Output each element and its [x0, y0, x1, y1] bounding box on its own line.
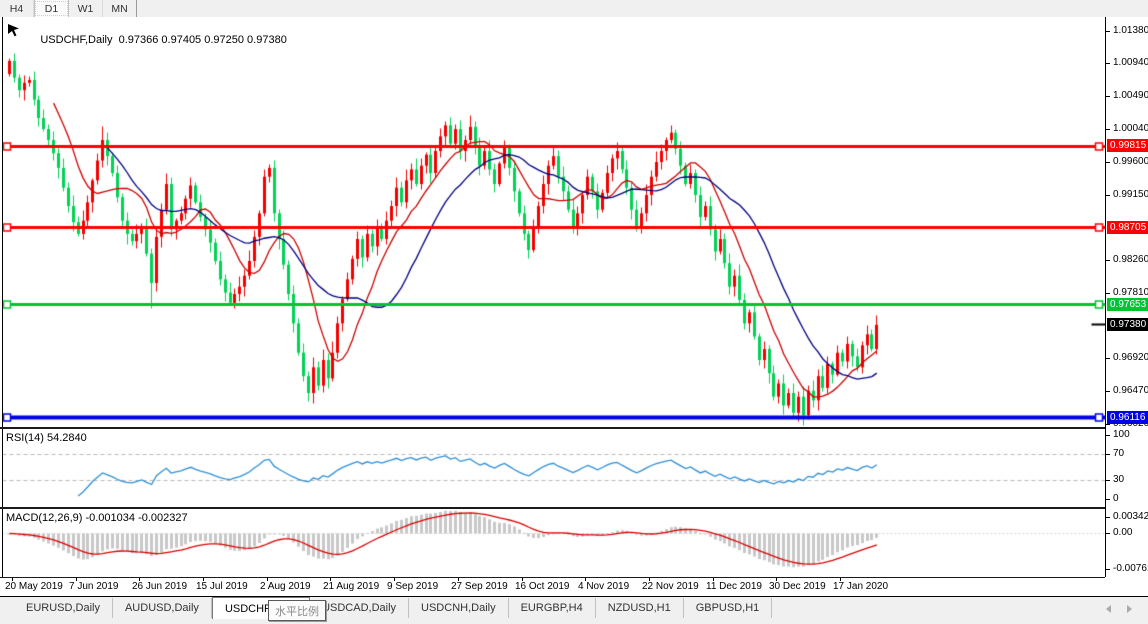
price-level-badge: 0.96116 [1107, 410, 1148, 424]
price-tick [1106, 194, 1110, 196]
tooltip-horizontal-scale: 水平比例 [268, 600, 326, 621]
date-label: 15 Jul 2019 [196, 581, 248, 592]
tab-scroll-right-icon[interactable] [1127, 605, 1132, 613]
price-tick [1106, 259, 1110, 261]
rsi-tick-label: 30 [1113, 473, 1125, 485]
macd-tick-label: -0.007615 [1113, 562, 1148, 574]
date-label: 16 Oct 2019 [515, 581, 570, 592]
chart-tab-bar: EURUSD,Daily AUDUSD,Daily USDCHF,Daily USDC… [0, 596, 1148, 624]
chart-window: USDCHF,Daily 0.97366 0.97405 0.97250 0.9… [0, 17, 1148, 596]
macd-tick-label: 0.00 [1113, 527, 1133, 538]
price-axis: 1.01380 1.00940 1.00490 1.00040 0.99600 0.991… [1105, 17, 1148, 577]
current-price-badge: 0.97380 [1107, 317, 1148, 331]
main-price-chart[interactable] [2, 18, 1105, 427]
price-level-badge: 0.97653 [1107, 297, 1148, 311]
macd-tick [1106, 533, 1110, 534]
price-tick-label: 1.00940 [1113, 57, 1148, 69]
price-tick-label: 0.96470 [1113, 385, 1148, 397]
rsi-tick [1106, 479, 1110, 481]
price-tick [1106, 292, 1110, 294]
date-label: 4 Nov 2019 [578, 581, 630, 592]
date-axis: 20 May 2019 7 Jun 2019 26 Jun 2019 15 Jul 2… [0, 578, 1105, 596]
chart-symbol-label: USDCHF,Daily [40, 34, 113, 46]
chart-tab-usdcnh[interactable]: USDCNH,Daily [409, 598, 509, 618]
price-tick-label: 1.00040 [1113, 123, 1148, 135]
macd-label: MACD(12,26,9) -0.001034 -0.002327 [6, 512, 188, 524]
price-tick [1106, 31, 1110, 32]
price-tick [1106, 391, 1110, 393]
date-label: 11 Dec 2019 [706, 581, 762, 592]
chart-tab-eurusd[interactable]: EURUSD,Daily [14, 598, 113, 618]
date-label: 26 Jun 2019 [132, 581, 188, 592]
timeframe-button-w1[interactable]: W1 [69, 0, 103, 17]
date-label: 20 May 2019 [5, 581, 63, 592]
price-tick-label: 0.98260 [1113, 253, 1148, 265]
timeframe-toolbar: H4 D1 W1 MN [0, 0, 1148, 18]
rsi-tick [1106, 435, 1110, 436]
macd-tick [1106, 517, 1110, 518]
timeframe-button-h4[interactable]: H4 [0, 0, 34, 17]
date-label: 27 Sep 2019 [451, 581, 508, 592]
rsi-indicator-chart[interactable] [2, 429, 1105, 506]
price-tick-label: 1.00490 [1113, 90, 1148, 102]
date-label: 9 Sep 2019 [387, 581, 439, 592]
price-tick-label: 0.96920 [1113, 352, 1148, 364]
rsi-tick-label: 0 [1113, 493, 1119, 504]
chart-ohlc-values: 0.97366 0.97405 0.97250 0.97380 [118, 34, 287, 46]
price-tick [1106, 424, 1110, 426]
splitter-main-rsi[interactable] [0, 427, 1105, 429]
timeframe-button-mn[interactable]: MN [103, 0, 136, 17]
cursor-arrow-icon [8, 24, 19, 37]
chart-title: USDCHF,Daily 0.97366 0.97405 0.97250 0.9… [22, 22, 287, 58]
price-tick [1106, 358, 1110, 360]
chart-tab-nzdusd[interactable]: NZDUSD,H1 [596, 598, 684, 618]
tab-scroll-left-icon[interactable] [1106, 605, 1111, 613]
price-tick [1106, 129, 1110, 131]
price-level-badge: 0.99815 [1107, 139, 1148, 153]
rsi-tick [1106, 454, 1110, 456]
price-tick [1106, 63, 1110, 65]
price-tick [1106, 96, 1110, 98]
macd-tick-label: 0.003428 [1113, 511, 1148, 522]
timeframe-button-group: H4 D1 W1 MN [0, 0, 137, 17]
splitter-rsi-macd[interactable] [0, 507, 1105, 509]
date-label: 21 Aug 2019 [323, 581, 380, 592]
rsi-tick-label: 100 [1113, 429, 1130, 440]
price-tick-label: 0.97810 [1113, 286, 1148, 298]
timeframe-button-d1[interactable]: D1 [34, 0, 69, 17]
chart-tab-gbpusd[interactable]: GBPUSD,H1 [684, 598, 773, 618]
date-label: 17 Jan 2020 [833, 581, 889, 592]
rsi-tick [1106, 499, 1110, 500]
price-tick-label: 0.99150 [1113, 188, 1148, 200]
rsi-tick-label: 70 [1113, 448, 1125, 460]
price-tick-label: 0.99600 [1113, 155, 1148, 167]
price-tick-label: 1.01380 [1113, 25, 1148, 36]
date-label: 30 Dec 2019 [769, 581, 826, 592]
price-level-badge: 0.98705 [1107, 220, 1148, 234]
chart-tab-audusd[interactable]: AUDUSD,Daily [113, 598, 212, 618]
chart-left-border [2, 17, 3, 577]
date-label: 7 Jun 2019 [69, 581, 119, 592]
price-tick [1106, 161, 1110, 163]
date-label: 22 Nov 2019 [642, 581, 699, 592]
chart-tab-eurgbp[interactable]: EURGBP,H4 [509, 598, 596, 618]
rsi-label: RSI(14) 54.2840 [6, 432, 87, 444]
macd-tick [1106, 568, 1110, 570]
terminal-window: H4 D1 W1 MN USDCHF,Daily 0.97366 0.97405 0.… [0, 0, 1148, 624]
date-label: 2 Aug 2019 [260, 581, 311, 592]
